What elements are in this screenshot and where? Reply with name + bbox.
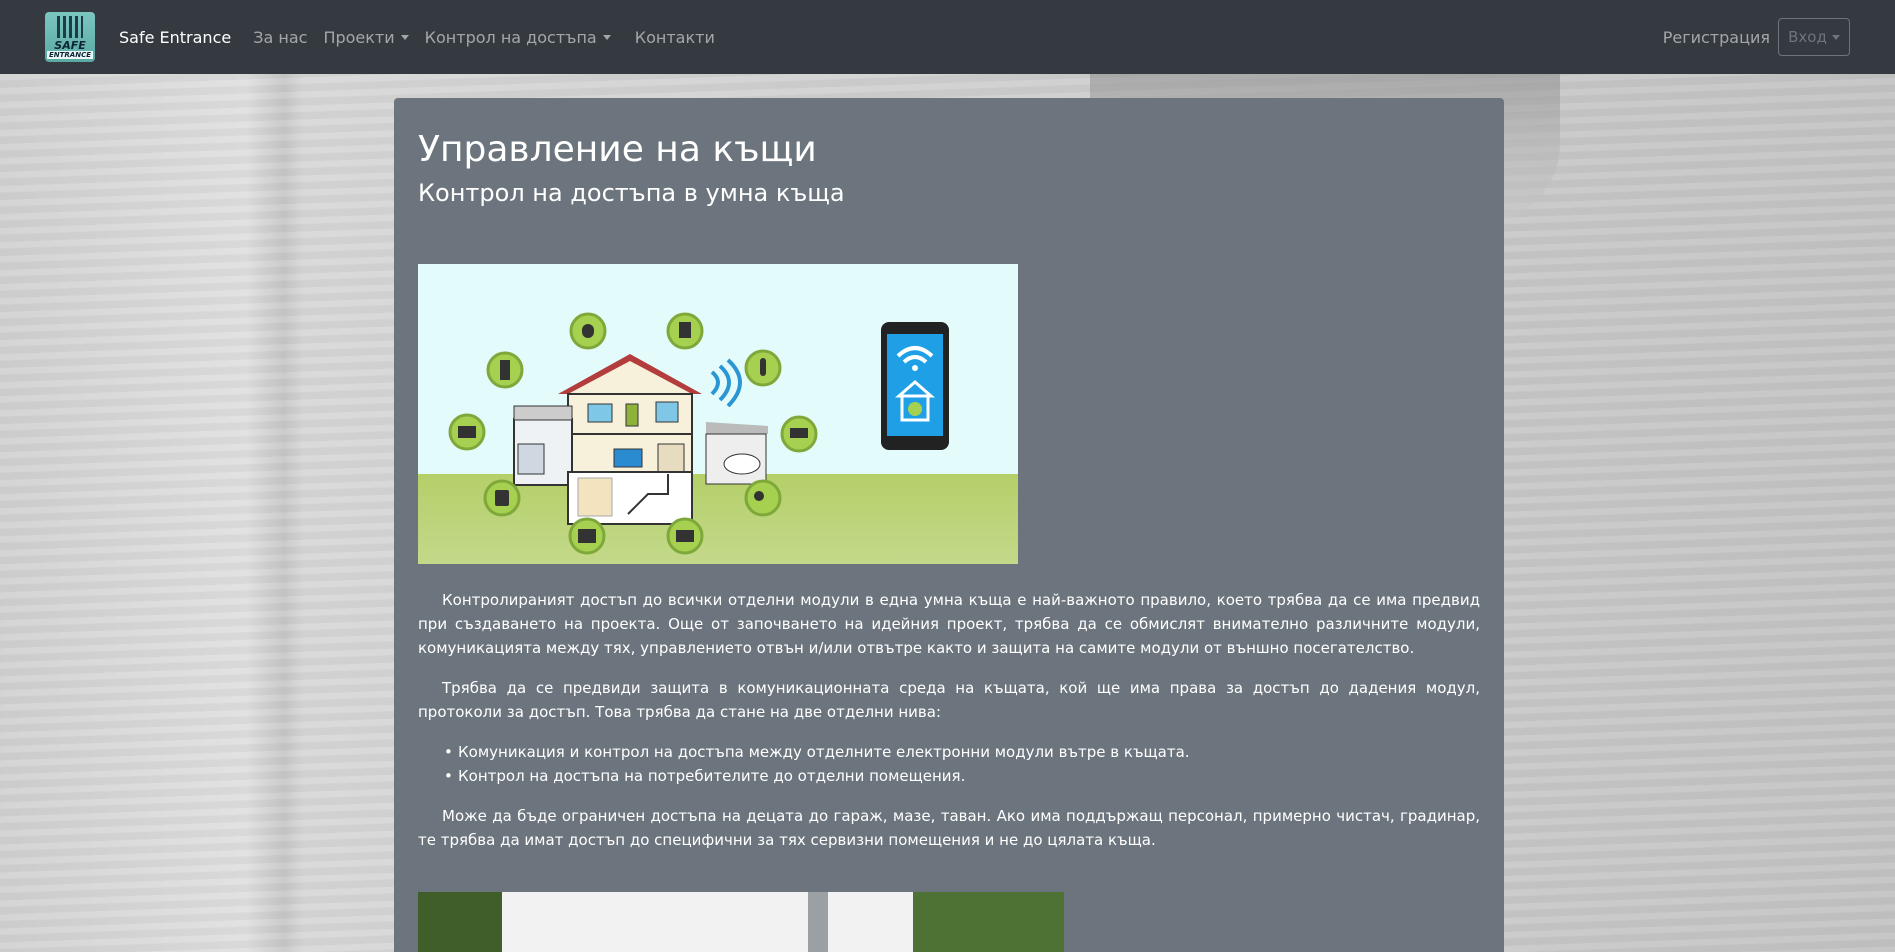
- list-item: Комуникация и контрол на достъпа между о…: [444, 740, 1480, 764]
- login-label: Вход: [1788, 28, 1827, 46]
- logo-text-line1: SAFE: [54, 39, 86, 52]
- smart-home-illustration-svg: [448, 312, 949, 555]
- nav-link-about[interactable]: За нас: [253, 28, 307, 47]
- paragraph-3: Може да бъде ограничен достъпа на децата…: [418, 806, 1480, 849]
- nav-dropdown-projects[interactable]: Проекти: [323, 28, 408, 47]
- navbar: SAFE ENTRANCE Safe Entrance За нас Проек…: [0, 0, 1895, 74]
- logo-bars-icon: [57, 16, 83, 38]
- nav-link-contacts[interactable]: Контакти: [635, 28, 715, 47]
- smart-home-illustration: [418, 263, 1018, 564]
- page-subtitle: Контрол на достъпа в умна къща: [418, 179, 845, 208]
- login-dropdown-button[interactable]: Вход: [1778, 18, 1850, 56]
- brand-name[interactable]: Safe Entrance: [119, 28, 231, 47]
- paragraph-2: Трябва да се предвиди защита в комуникац…: [418, 678, 1480, 721]
- list-item: Контрол на достъпа на потребителите до о…: [444, 764, 1480, 788]
- register-link[interactable]: Регистрация: [1663, 28, 1770, 47]
- access-levels-list: Комуникация и контрол на достъпа между о…: [418, 740, 1480, 788]
- house-photo: [418, 891, 1064, 952]
- paragraph-1: Контролираният достъп до всички отделни …: [418, 590, 1480, 657]
- logo-text-line2: ENTRANCE: [47, 51, 93, 59]
- page-title: Управление на къщи: [418, 129, 817, 170]
- nav-dropdown-access-control[interactable]: Контрол на достъпа: [425, 28, 611, 47]
- brand-logo[interactable]: SAFE ENTRANCE: [45, 12, 95, 62]
- content-panel: Управление на къщи Контрол на достъпа в …: [394, 98, 1504, 952]
- nav-right: Регистрация Вход: [1663, 18, 1850, 56]
